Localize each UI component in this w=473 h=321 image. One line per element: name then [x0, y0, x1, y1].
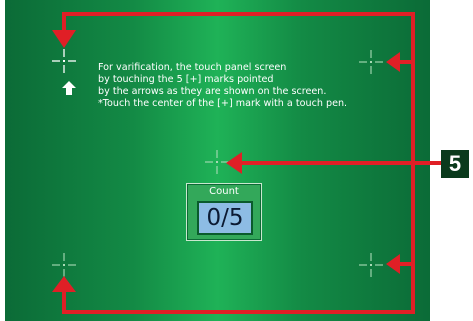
instruction-line-2: by touching the 5 [+] marks pointed	[98, 74, 274, 85]
count-value: 0/5	[197, 201, 253, 235]
crosshair-icon-top-right[interactable]	[359, 50, 383, 74]
instruction-line-1: For varification, the touch panel screen	[98, 62, 287, 73]
calibration-instructions: For varification, the touch panel screen…	[98, 62, 398, 110]
instruction-line-3: by the arrows as they are shown on the s…	[98, 86, 327, 97]
crosshair-icon-bottom-left[interactable]	[52, 253, 76, 277]
crosshair-icon-bottom-right[interactable]	[359, 253, 383, 277]
count-label: Count	[209, 186, 239, 197]
up-arrow-icon	[61, 80, 77, 96]
crosshair-icon-center[interactable]	[205, 150, 229, 174]
instruction-line-4: *Touch the center of the [+] mark with a…	[98, 98, 348, 109]
step-number-badge: 5	[441, 150, 469, 178]
crosshair-icon-top-left[interactable]	[52, 49, 76, 73]
count-panel: Count 0/5	[186, 183, 262, 241]
touch-calibration-panel[interactable]: For varification, the touch panel screen…	[5, 0, 430, 321]
